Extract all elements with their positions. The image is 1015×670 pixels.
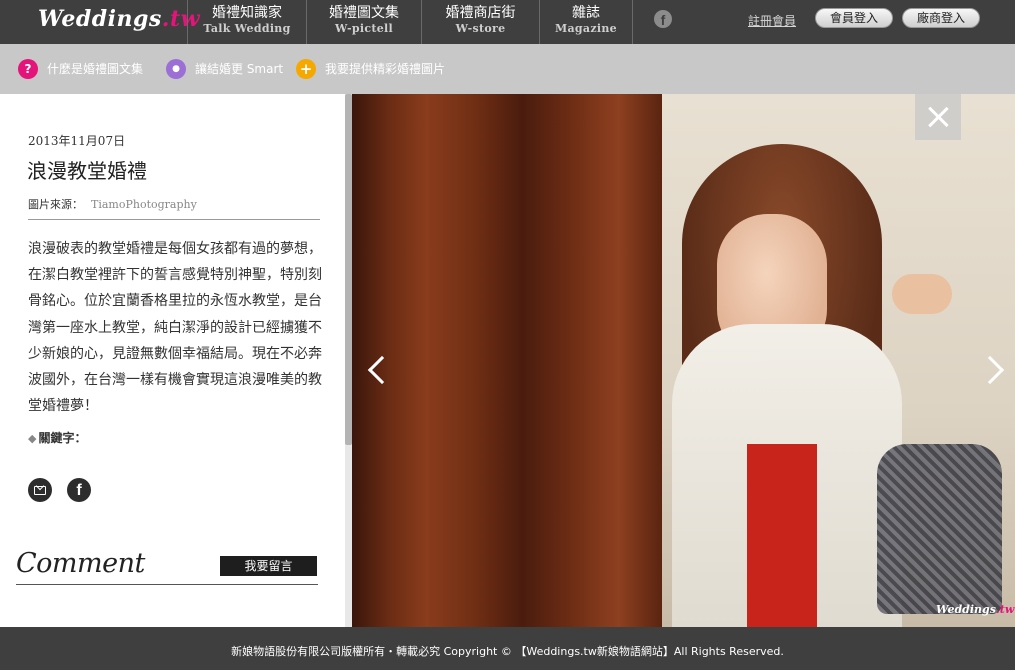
share-email-button[interactable] [28,478,52,502]
nav-label-zh: 婚禮圖文集 [329,5,399,21]
chevron-right-icon [975,355,1005,385]
comment-heading: Comment [16,548,145,579]
article-title: 浪漫教堂婚禮 [27,159,147,183]
nav-label-en: W-pictell [334,22,394,35]
close-icon[interactable] [915,94,961,140]
nav-label-zh: 婚禮知識家 [212,5,282,21]
nav-label-zh: 婚禮商店街 [445,5,516,21]
vendor-login-button[interactable]: 廠商登入 [902,8,980,28]
plus-icon: + [296,59,316,79]
nav-talk-wedding[interactable]: 婚禮知識家 Talk Wedding [187,0,306,44]
facebook-icon[interactable]: f [654,10,672,28]
subnav-submit-photos[interactable]: + 我要提供精彩婚禮圖片 [296,59,445,79]
watermark-tld: .tw [995,603,1015,616]
subnav-label: 什麼是婚禮圖文集 [47,62,144,76]
sub-navigation-bar: ? 什麼是婚禮圖文集 ● 讓結婚更 Smart + 我要提供精彩婚禮圖片 [0,44,1015,94]
nav-w-store[interactable]: 婚禮商店街 W-store [421,0,539,44]
subnav-what-is-pictell[interactable]: ? 什麼是婚禮圖文集 [18,59,143,79]
photo-chair [877,444,1002,614]
chevron-left-icon [367,355,397,385]
copyright-text: 新娘物語股份有限公司版權所有・轉載必究 Copyright © 【Wedding… [231,645,784,658]
photo-watermark: Weddings.tw [936,603,1014,616]
top-navigation-bar: Weddings.tw 婚禮知識家 Talk Wedding 婚禮圖文集 W-p… [0,0,1015,44]
tag-icon: ◆ [28,432,37,445]
watermark-brand: Weddings [936,603,996,616]
logo-brand: Weddings [38,6,162,32]
nav-magazine[interactable]: 雜誌 Magazine [539,0,633,44]
photo-source-link[interactable]: TiamoPhotography [91,198,197,211]
question-icon: ? [18,59,38,79]
next-photo-button[interactable] [975,348,1010,390]
subnav-smart-wedding[interactable]: ● 讓結婚更 Smart [166,59,283,79]
email-icon [34,486,46,495]
share-facebook-button[interactable]: f [67,478,91,502]
register-link[interactable]: 註冊會員 [748,12,796,29]
bulb-icon: ● [166,59,186,79]
nav-w-pictell[interactable]: 婚禮圖文集 W-pictell [306,0,421,44]
subnav-label: 讓結婚更 Smart [195,62,284,76]
logo-text[interactable]: Weddings.tw [38,6,200,32]
member-login-button[interactable]: 會員登入 [815,8,893,28]
subnav-label: 我要提供精彩婚禮圖片 [325,62,446,76]
nav-label-en: W-store [455,22,506,35]
footer: 新娘物語股份有限公司版權所有・轉載必究 Copyright © 【Wedding… [0,627,1015,670]
keywords-label: 關鍵字： [38,431,87,445]
article-description: 浪漫破表的教堂婚禮是每個女孩都有過的夢想，在潔白教堂裡許下的誓言感覺特別神聖，特… [28,241,322,415]
site-logo[interactable]: Weddings.tw [0,0,200,44]
article-scrollbar-thumb[interactable] [345,94,352,445]
keywords: ◆ 關鍵字： [28,429,86,446]
nav-label-en: Talk Wedding [203,22,291,35]
photo-stylist-hand [892,274,952,314]
previous-photo-button[interactable] [362,348,397,390]
nav-label-zh: 雜誌 [572,5,600,21]
wedding-photo [352,94,1015,627]
nav-label-en: Magazine [555,22,617,35]
photo-source-label: 圖片來源： [28,198,83,211]
leave-comment-button[interactable]: 我要留言 [220,556,317,576]
photo-red-top [747,444,817,627]
photo-door [352,94,662,627]
comment-divider [16,584,318,585]
article-date: 2013年11月07日 [28,134,126,148]
divider [28,219,320,220]
photo-source: 圖片來源： TiamoPhotography [28,196,197,212]
